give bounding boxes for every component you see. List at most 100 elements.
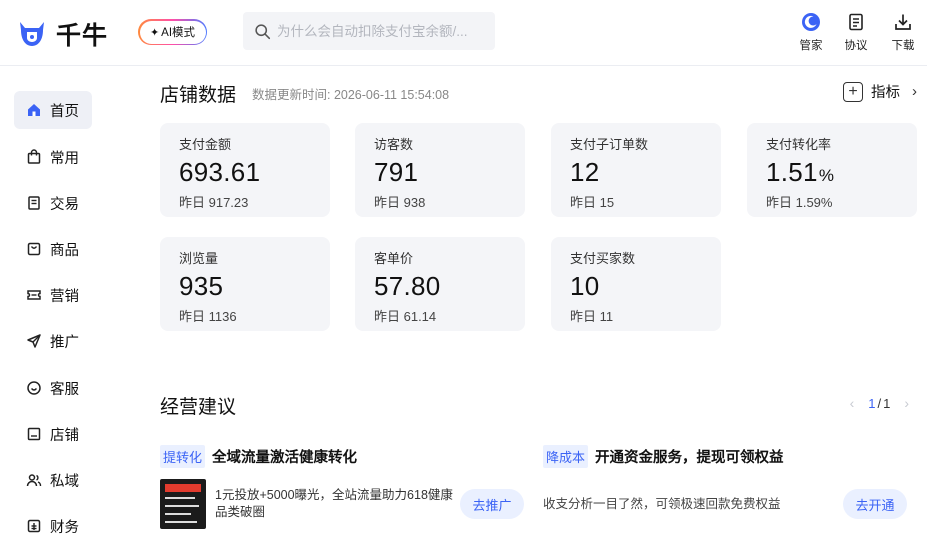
ticket-icon	[27, 290, 41, 300]
metric-yesterday: 昨日 61.14	[374, 309, 437, 324]
cow-logo-icon	[20, 22, 44, 46]
sidebar-item-service[interactable]: 客服	[14, 369, 92, 407]
metric-yesterday: 昨日 11	[570, 309, 614, 324]
users-icon	[26, 474, 42, 487]
sidebar-item-home[interactable]: 首页	[14, 91, 92, 129]
metric-value: 693.61	[179, 157, 261, 187]
butler-button[interactable]: 管家	[791, 12, 831, 53]
receipt-icon	[28, 196, 40, 210]
download-label: 下载	[891, 40, 915, 52]
home-icon	[28, 104, 40, 116]
send-icon	[27, 334, 41, 348]
chat-smile-icon	[27, 381, 41, 395]
main-content: 店铺数据 数据更新时间: 2026-06-11 15:54:08 + 指标 › …	[108, 67, 927, 542]
download-icon	[895, 14, 911, 30]
agreement-button[interactable]: 协议	[836, 12, 876, 53]
sidebar-item-label: 私域	[50, 473, 79, 490]
promo-thumbnail-image	[160, 479, 206, 529]
search-box[interactable]	[243, 12, 495, 50]
sidebar-item-label: 交易	[50, 196, 79, 213]
metric-value: 1.51	[766, 157, 818, 187]
metric-card-avg-order-value[interactable]: 客单价 57.80 昨日 61.14	[355, 237, 525, 331]
product-box-icon	[27, 242, 41, 256]
pager-separator: /	[877, 395, 882, 411]
sidebar-item-label: 营销	[50, 288, 79, 305]
metric-card-payment-amount[interactable]: 支付金额 693.61 昨日 917.23	[160, 123, 330, 217]
metric-card-sub-orders[interactable]: 支付子订单数 12 昨日 15	[551, 123, 721, 217]
store-data-title: 店铺数据	[160, 85, 237, 106]
sparkle-icon: ✦	[149, 26, 160, 39]
metric-yesterday: 昨日 938	[374, 195, 426, 210]
metric-label: 浏览量	[179, 251, 219, 266]
sidebar-item-common[interactable]: 常用	[14, 138, 92, 176]
metric-yesterday: 昨日 1.59%	[766, 195, 833, 210]
download-button[interactable]: 下载	[883, 12, 923, 53]
suggestion-description: 收支分析一目了然，可领极速回款免费权益	[543, 496, 781, 511]
ai-mode-button[interactable]: ✦ AI模式	[138, 19, 207, 45]
suggestion-title[interactable]: 全域流量激活健康转化	[212, 446, 357, 467]
suggestions-pager: ‹ 1 / 1 ›	[850, 395, 909, 411]
prev-page-icon[interactable]: ‹	[850, 395, 855, 411]
metric-label: 支付买家数	[570, 251, 636, 266]
metric-value: 12	[570, 157, 600, 187]
qianniu-logo[interactable]: 千牛	[16, 16, 108, 52]
sidebar-item-label: 首页	[50, 103, 79, 120]
suggestion-description: 1元投放+5000曝光，全站流量助力618健康品类破圈	[215, 488, 453, 519]
metric-value: 935	[179, 271, 224, 301]
document-icon	[849, 13, 863, 31]
sidebar-item-label: 商品	[50, 242, 79, 259]
suggestion-title[interactable]: 开通资金服务，提现可领权益	[595, 446, 784, 467]
search-input[interactable]	[277, 23, 477, 39]
top-header: 千牛 ✦ AI模式 管家 协议	[0, 0, 927, 66]
metric-unit: %	[818, 166, 835, 185]
metric-yesterday: 昨日 15	[570, 195, 615, 210]
metric-label: 支付金额	[179, 137, 232, 152]
suggestions-title: 经营建议	[160, 397, 237, 418]
agreement-label: 协议	[844, 40, 868, 52]
finance-icon	[27, 519, 41, 533]
go-activate-button[interactable]: 去开通	[843, 489, 907, 519]
sidebar-item-label: 常用	[50, 150, 79, 167]
metric-card-paying-buyers[interactable]: 支付买家数 10 昨日 11	[551, 237, 721, 331]
next-page-icon[interactable]: ›	[904, 395, 909, 411]
sidebar-item-promotion[interactable]: 推广	[14, 322, 92, 360]
metric-card-conversion-rate[interactable]: 支付转化率 1.51% 昨日 1.59%	[747, 123, 917, 217]
store-icon	[27, 427, 41, 441]
butler-moon-icon	[802, 13, 820, 31]
metric-label: 支付子订单数	[570, 137, 649, 152]
metric-value: 791	[374, 157, 419, 187]
sidebar-nav: 首页 常用 交易 商品 营销 推广 客服 店铺 私域 财务	[0, 67, 108, 542]
ai-mode-label: AI模式	[161, 27, 196, 39]
suggestion-card: 降成本 开通资金服务，提现可领权益 收支分析一目了然，可领极速回款免费权益 去开…	[543, 445, 907, 519]
search-icon	[255, 23, 271, 39]
metric-value: 57.80	[374, 271, 441, 301]
sidebar-item-label: 店铺	[50, 427, 79, 444]
plus-square-icon: +	[843, 81, 863, 102]
sidebar-item-store[interactable]: 店铺	[14, 415, 92, 453]
sidebar-item-private-domain[interactable]: 私域	[14, 461, 92, 499]
pager-current: 1	[868, 395, 876, 411]
metric-card-page-views[interactable]: 浏览量 935 昨日 1136	[160, 237, 330, 331]
metric-yesterday: 昨日 1136	[179, 309, 237, 324]
sidebar-item-marketing[interactable]: 营销	[14, 276, 92, 314]
metric-label: 访客数	[374, 137, 414, 152]
pager-total: 1	[883, 395, 891, 411]
metric-label: 支付转化率	[766, 137, 832, 152]
sidebar-item-finance[interactable]: 财务	[14, 507, 92, 545]
sidebar-item-trade[interactable]: 交易	[14, 184, 92, 222]
go-promote-button[interactable]: 去推广	[460, 489, 524, 519]
metric-yesterday: 昨日 917.23	[179, 195, 249, 210]
metric-card-visitors[interactable]: 访客数 791 昨日 938	[355, 123, 525, 217]
chevron-right-icon: ›	[912, 83, 917, 100]
indicator-label: 指标	[871, 85, 900, 101]
sidebar-item-label: 财务	[50, 519, 79, 536]
sidebar-item-label: 客服	[50, 381, 79, 398]
metric-value: 10	[570, 271, 600, 301]
butler-label: 管家	[799, 40, 823, 52]
update-time: 数据更新时间: 2026-06-11 15:54:08	[252, 88, 450, 102]
indicator-button[interactable]: + 指标 ›	[843, 81, 917, 102]
suggestion-tag: 提转化	[160, 445, 206, 468]
shopping-bag-icon	[27, 149, 41, 164]
sidebar-item-label: 推广	[50, 334, 79, 351]
sidebar-item-product[interactable]: 商品	[14, 230, 92, 268]
